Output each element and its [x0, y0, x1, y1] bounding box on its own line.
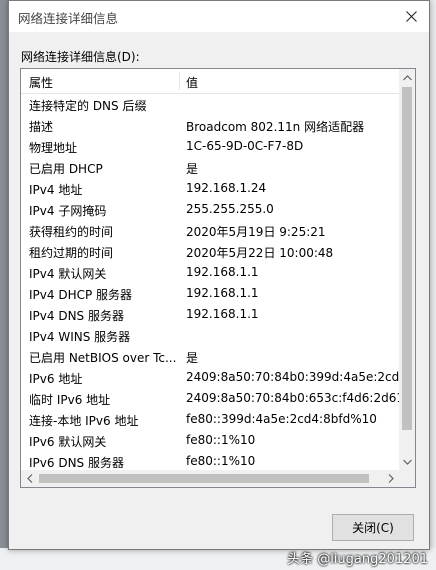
row-value: 2020年5月22日 10:00:48: [186, 246, 334, 260]
chevron-left-icon: [26, 474, 32, 483]
scroll-left-button[interactable]: [21, 470, 38, 487]
row-property: IPv6 默认网关: [29, 435, 107, 449]
window-close-button[interactable]: [401, 6, 421, 26]
row-value: 是: [186, 351, 199, 365]
table-row[interactable]: 连接特定的 DNS 后缀: [21, 94, 399, 115]
row-property: IPv4 默认网关: [29, 267, 107, 281]
column-header-property[interactable]: 属性: [29, 74, 53, 91]
row-value: Broadcom 802.11n 网络适配器: [186, 120, 365, 134]
table-row[interactable]: IPv4 子网掩码 255.255.255.0: [21, 199, 399, 220]
row-property: IPv6 地址: [29, 372, 83, 386]
row-value: 192.168.1.1: [186, 265, 259, 279]
table-row[interactable]: 已启用 DHCP 是: [21, 157, 399, 178]
vertical-scroll-thumb[interactable]: [402, 87, 412, 430]
scroll-up-button[interactable]: [399, 69, 415, 86]
row-value: 192.168.1.1: [186, 307, 259, 321]
table-row[interactable]: 获得租约的时间 2020年5月19日 9:25:21: [21, 220, 399, 241]
table-row[interactable]: IPv4 DHCP 服务器 192.168.1.1: [21, 283, 399, 304]
row-property: 连接特定的 DNS 后缀: [29, 99, 147, 113]
table-row[interactable]: 连接-本地 IPv6 地址 fe80::399d:4a5e:2cd4:8bfd%1…: [21, 409, 399, 430]
row-value: 2020年5月19日 9:25:21: [186, 225, 326, 239]
row-value: 2409:8a50:70:84b0:653c:f4d6:2d61:af: [186, 391, 399, 405]
row-property: IPv4 WINS 服务器: [29, 330, 131, 344]
vertical-scrollbar[interactable]: [399, 69, 415, 470]
row-property: 描述: [29, 120, 54, 134]
row-value: 2409:8a50:70:84b0:399d:4a5e:2cd4:8: [186, 370, 399, 384]
horizontal-scroll-thumb[interactable]: [39, 474, 369, 483]
row-property: 临时 IPv6 地址: [29, 393, 111, 407]
table-row[interactable]: IPv6 DNS 服务器 fe80::1%10: [21, 451, 399, 468]
row-value: 192.168.1.1: [186, 286, 259, 300]
list-header: 属性 值: [21, 69, 399, 94]
scroll-right-button[interactable]: [382, 470, 399, 487]
table-row[interactable]: 已启用 NetBIOS over Tc... 是: [21, 346, 399, 367]
table-row[interactable]: 租约过期的时间 2020年5月22日 10:00:48: [21, 241, 399, 262]
row-property: 已启用 NetBIOS over Tc...: [29, 351, 177, 365]
chevron-up-icon: [402, 74, 412, 80]
scroll-down-button[interactable]: [399, 453, 415, 470]
row-property: IPv4 DHCP 服务器: [29, 288, 133, 302]
row-value: 192.168.1.24: [186, 181, 267, 195]
list-rows: 连接特定的 DNS 后缀 描述 Broadcom 802.11n 网络适配器物理地址…: [21, 94, 399, 468]
title-bar[interactable]: 网络连接详细信息: [9, 1, 429, 32]
network-details-dialog: 网络连接详细信息 网络连接详细信息(D): 属性 值 连接特定的 DNS 后缀描…: [8, 0, 430, 550]
column-header-value[interactable]: 值: [186, 74, 198, 91]
table-row[interactable]: IPv4 地址 192.168.1.24: [21, 178, 399, 199]
row-property: 获得租约的时间: [29, 225, 114, 239]
table-row[interactable]: 临时 IPv6 地址 2409:8a50:70:84b0:653c:f4d6:2d…: [21, 388, 399, 409]
chevron-down-icon: [402, 459, 412, 465]
table-row[interactable]: 物理地址 1C-65-9D-0C-F7-8D: [21, 136, 399, 157]
table-row[interactable]: IPv4 WINS 服务器: [21, 325, 399, 346]
row-property: IPv6 DNS 服务器: [29, 456, 124, 468]
table-row[interactable]: IPv6 地址 2409:8a50:70:84b0:399d:4a5e:2cd4:…: [21, 367, 399, 388]
row-property: IPv4 DNS 服务器: [29, 309, 124, 323]
row-value: fe80::399d:4a5e:2cd4:8bfd%10: [186, 412, 377, 426]
scrollbar-corner: [399, 470, 415, 487]
row-property: 租约过期的时间: [29, 246, 114, 260]
table-row[interactable]: IPv4 默认网关 192.168.1.1: [21, 262, 399, 283]
dialog-client-area: 网络连接详细信息(D): 属性 值 连接特定的 DNS 后缀 描述 Broadcom…: [9, 32, 429, 549]
watermark: 头条 @liugang201201: [287, 552, 428, 567]
row-property: IPv4 子网掩码: [29, 204, 107, 218]
row-property: 已启用 DHCP: [29, 162, 103, 176]
window-title: 网络连接详细信息: [18, 11, 119, 26]
details-list-label: 网络连接详细信息(D):: [21, 50, 140, 64]
row-value: fe80::1%10: [186, 433, 256, 447]
row-value: fe80::1%10: [186, 454, 256, 468]
details-listview[interactable]: 属性 值 连接特定的 DNS 后缀 描述 Broadcom 802.11n 网络适配…: [20, 68, 416, 488]
table-row[interactable]: IPv6 默认网关 fe80::1%10: [21, 430, 399, 451]
close-icon: [405, 10, 417, 22]
row-value: 1C-65-9D-0C-F7-8D: [186, 139, 304, 153]
column-divider[interactable]: [179, 72, 180, 90]
row-value: 255.255.255.0: [186, 202, 274, 216]
row-property: 连接-本地 IPv6 地址: [29, 414, 139, 428]
chevron-right-icon: [388, 474, 394, 483]
row-property: 物理地址: [29, 141, 78, 155]
row-value: 是: [186, 162, 199, 176]
row-property: IPv4 地址: [29, 183, 83, 197]
horizontal-scrollbar[interactable]: [21, 470, 399, 487]
table-row[interactable]: IPv4 DNS 服务器 192.168.1.1: [21, 304, 399, 325]
close-button[interactable]: 关闭(C): [332, 514, 414, 541]
table-row[interactable]: 描述 Broadcom 802.11n 网络适配器: [21, 115, 399, 136]
